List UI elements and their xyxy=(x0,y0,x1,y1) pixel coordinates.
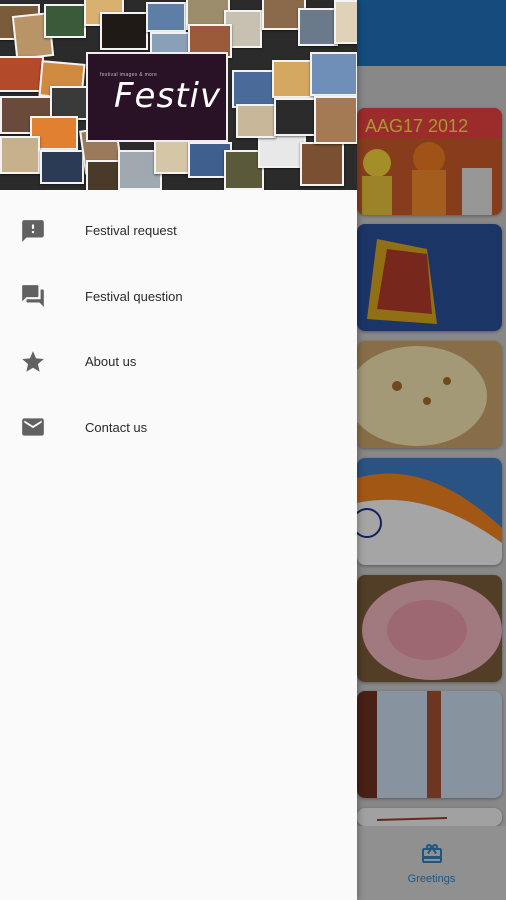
drawer-menu: Festival request Festival question About… xyxy=(0,198,357,460)
menu-item-about-us[interactable]: About us xyxy=(0,329,357,395)
menu-item-contact-us[interactable]: Contact us xyxy=(0,395,357,461)
star-icon xyxy=(20,349,46,375)
feedback-icon xyxy=(20,218,46,244)
menu-item-label: Festival request xyxy=(85,223,177,239)
app-title: Festiv xyxy=(114,76,222,116)
menu-item-festival-request[interactable]: Festival request xyxy=(0,198,357,264)
drawer-header: festival images & more Festiv xyxy=(0,0,357,190)
mail-icon xyxy=(20,414,46,440)
menu-item-label: Festival question xyxy=(85,288,183,304)
navigation-drawer: festival images & more Festiv Festival r… xyxy=(0,0,357,900)
app-logo: festival images & more Festiv xyxy=(86,52,228,142)
menu-item-label: Contact us xyxy=(85,419,148,435)
forum-icon xyxy=(20,283,46,309)
menu-item-label: About us xyxy=(85,354,137,370)
menu-item-festival-question[interactable]: Festival question xyxy=(0,264,357,330)
